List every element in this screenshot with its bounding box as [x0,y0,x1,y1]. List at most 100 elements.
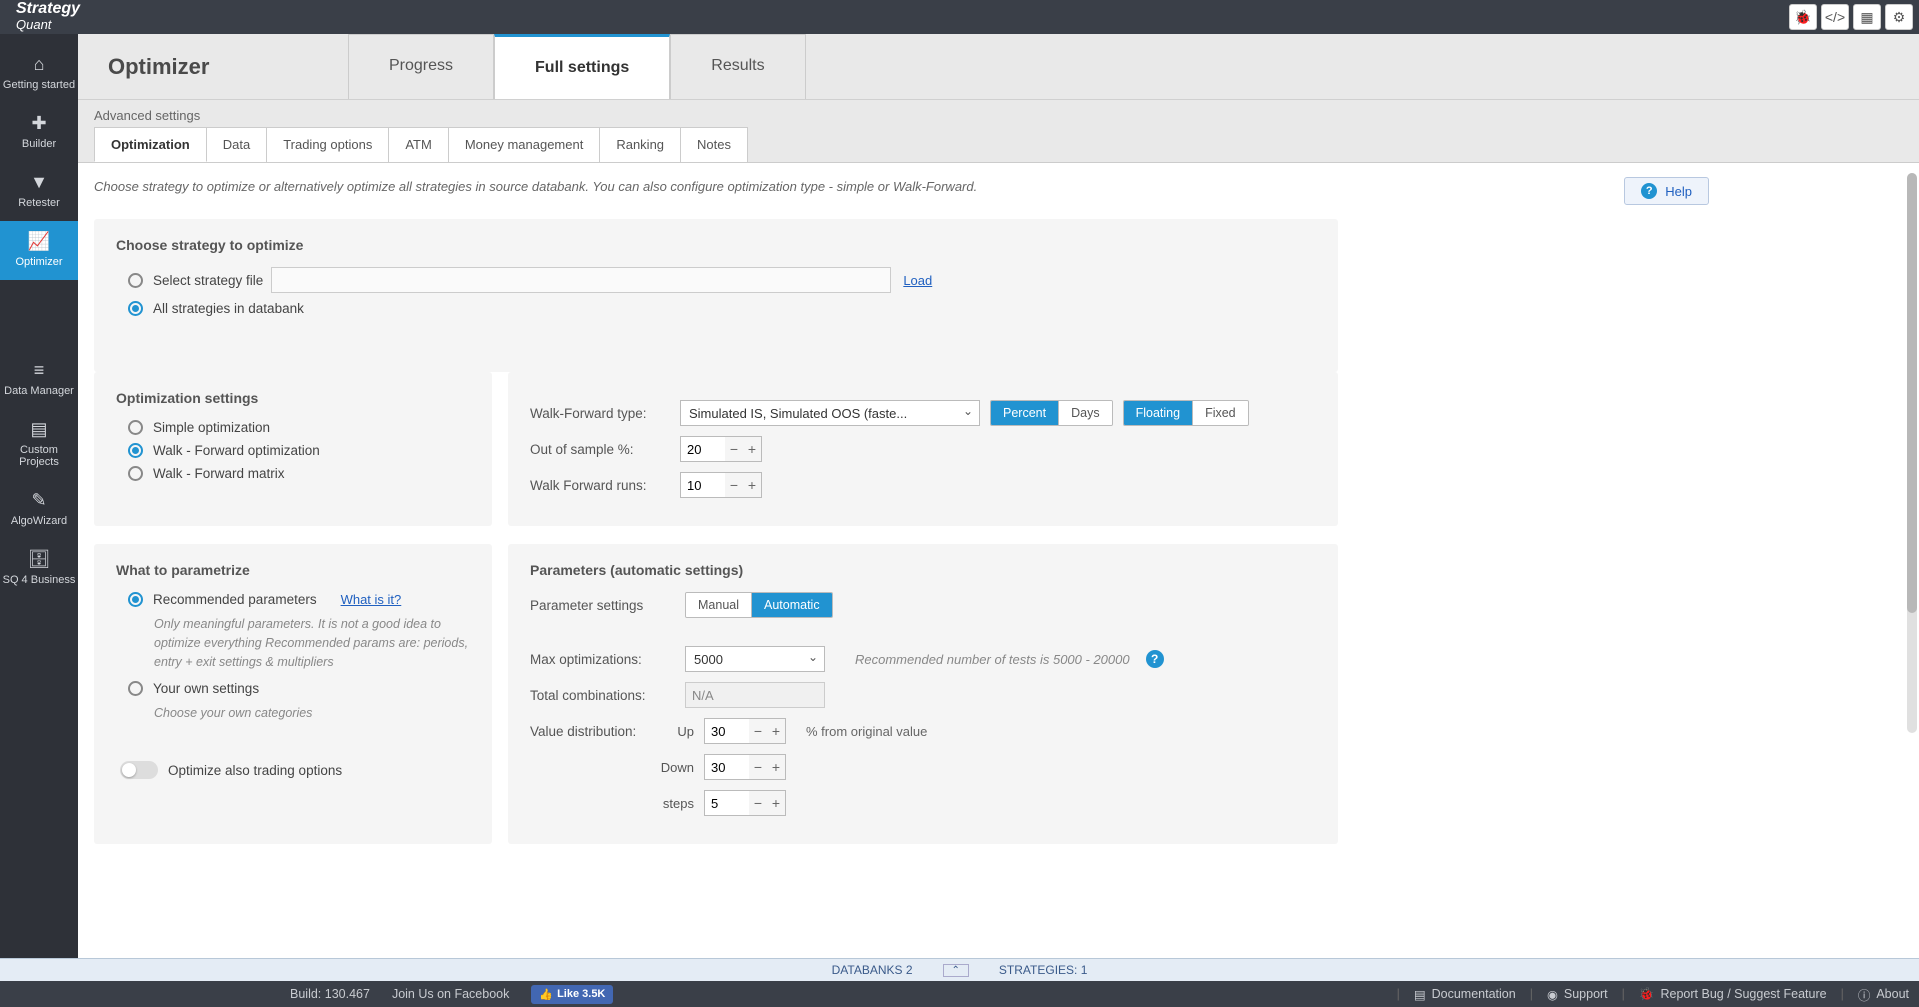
chart-icon: 📈 [2,231,76,252]
databanks-label[interactable]: DATABANKS 2 [832,963,913,977]
sidebar-item-data-manager[interactable]: ≡ Data Manager [0,350,78,409]
subtab-ranking[interactable]: Ranking [599,127,681,162]
toggle-fixed[interactable]: Fixed [1193,401,1248,425]
gear-icon[interactable]: ⚙ [1885,4,1913,30]
plus-icon: ✚ [2,113,76,134]
what-is-it-link[interactable]: What is it? [341,592,402,607]
filter-icon: ▼ [2,172,76,193]
steps-input[interactable] [705,791,749,815]
info-icon[interactable]: ? [1146,650,1164,668]
tab-full-settings[interactable]: Full settings [494,34,670,99]
own-desc: Choose your own categories [154,704,470,723]
intro-text: Choose strategy to optimize or alternati… [94,177,977,194]
info-icon: ⓘ [1858,985,1871,1004]
like-label: Like 3.5K [557,988,605,1000]
radio-simple-opt[interactable] [128,420,143,435]
subtab-atm[interactable]: ATM [388,127,448,162]
radio-recommended-params[interactable] [128,592,143,607]
subtab-data[interactable]: Data [206,127,267,162]
up-input[interactable] [705,719,749,743]
about-link[interactable]: ⓘ About [1858,985,1909,1004]
sidebar-item-sq4business[interactable]: 🗄 SQ 4 Business [0,539,78,598]
bug-icon[interactable]: 🐞 [1789,4,1817,30]
param-settings-label: Parameter settings [530,598,685,613]
sidebar-item-label: Retester [18,197,60,209]
switch-label: Optimize also trading options [168,763,342,778]
subtab-optimization[interactable]: Optimization [94,127,207,162]
tab-progress[interactable]: Progress [348,34,494,99]
spin-minus-icon[interactable]: − [749,759,767,775]
spin-plus-icon[interactable]: + [743,441,761,457]
panel-title: What to parametrize [116,562,470,578]
documentation-label: Documentation [1432,987,1516,1001]
wand-icon: ✎ [2,490,76,511]
spin-plus-icon[interactable]: + [743,477,761,493]
toggle-days[interactable]: Days [1059,401,1111,425]
support-label: Support [1564,987,1608,1001]
trading-options-switch[interactable] [120,761,158,779]
documentation-link[interactable]: ▤ Documentation [1414,987,1516,1002]
subtab-notes[interactable]: Notes [680,127,748,162]
radio-own-settings[interactable] [128,681,143,696]
spin-minus-icon[interactable]: − [725,441,743,457]
facebook-link[interactable]: Join Us on Facebook [392,987,509,1001]
up-spinner[interactable]: − + [704,718,786,744]
spin-minus-icon[interactable]: − [749,795,767,811]
subtab-trading-options[interactable]: Trading options [266,127,389,162]
scrollbar-thumb[interactable] [1907,173,1917,613]
radio-wf-matrix[interactable] [128,466,143,481]
steps-spinner[interactable]: − + [704,790,786,816]
subtab-money-management[interactable]: Money management [448,127,601,162]
code-icon[interactable]: </> [1821,4,1849,30]
sidebar-item-algowizard[interactable]: ✎ AlgoWizard [0,480,78,539]
spin-minus-icon[interactable]: − [749,723,767,739]
down-spinner[interactable]: − + [704,754,786,780]
spin-plus-icon[interactable]: + [767,795,785,811]
footer: Build: 130.467 Join Us on Facebook 👍 Lik… [0,981,1919,1007]
panel-title: Choose strategy to optimize [116,237,1316,253]
rec-desc: Only meaningful parameters. It is not a … [154,615,470,671]
fb-like-button[interactable]: 👍 Like 3.5K [531,985,613,1004]
toggle-automatic[interactable]: Automatic [752,593,832,617]
scrollbar[interactable] [1907,173,1917,733]
stack-icon: ▤ [2,419,76,440]
sidebar-item-retester[interactable]: ▼ Retester [0,162,78,221]
down-label: Down [648,760,704,775]
toggle-percent[interactable]: Percent [991,401,1059,425]
panel-title: Optimization settings [116,390,470,406]
radio-label: Select strategy file [153,273,263,288]
radio-wf-opt[interactable] [128,443,143,458]
oos-input[interactable] [681,437,725,461]
radio-all-strategies[interactable] [128,301,143,316]
tab-results[interactable]: Results [670,34,805,99]
grid-icon[interactable]: ▦ [1853,4,1881,30]
strategy-file-input[interactable] [271,267,891,293]
briefcase-icon: 🗄 [2,549,76,570]
wf-type-select[interactable]: Simulated IS, Simulated OOS (faste... [680,400,980,426]
sidebar-item-getting-started[interactable]: ⌂ Getting started [0,44,78,103]
sidebar-item-builder[interactable]: ✚ Builder [0,103,78,162]
steps-label: steps [648,796,704,811]
sidebar-item-optimizer[interactable]: 📈 Optimizer [0,221,78,280]
help-label: Help [1665,184,1692,199]
runs-spinner[interactable]: − + [680,472,762,498]
spin-plus-icon[interactable]: + [767,759,785,775]
max-opt-select[interactable]: 5000 [685,646,825,672]
databank-expand-icon[interactable]: ⌃ [943,964,969,977]
toggle-floating[interactable]: Floating [1124,401,1193,425]
spin-plus-icon[interactable]: + [767,723,785,739]
load-link[interactable]: Load [903,273,932,288]
support-link[interactable]: ◉ Support [1547,987,1608,1002]
sidebar-item-custom-projects[interactable]: ▤ Custom Projects [0,409,78,480]
oos-spinner[interactable]: − + [680,436,762,462]
spin-minus-icon[interactable]: − [725,477,743,493]
radio-select-file[interactable] [128,273,143,288]
down-input[interactable] [705,755,749,779]
report-bug-link[interactable]: 🐞 Report Bug / Suggest Feature [1639,987,1827,1002]
app-logo: StrategyQuant [6,1,80,33]
toggle-manual[interactable]: Manual [686,593,752,617]
database-icon: ≡ [2,360,76,381]
help-button[interactable]: ? Help [1624,177,1709,205]
dist-label: Value distribution: [530,724,648,739]
runs-input[interactable] [681,473,725,497]
